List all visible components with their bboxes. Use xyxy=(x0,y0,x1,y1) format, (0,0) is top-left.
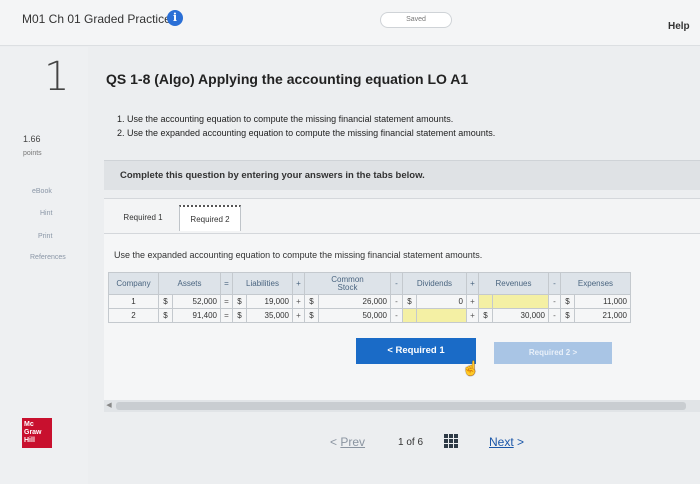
currency-sign: $ xyxy=(232,294,247,309)
points-label: points xyxy=(23,150,42,157)
cell-company: 2 xyxy=(108,308,159,323)
tab-panel: Use the expanded accounting equation to … xyxy=(104,234,700,406)
info-icon[interactable]: i xyxy=(167,10,183,26)
required-1-button[interactable]: < Required 1 xyxy=(356,338,476,364)
currency-sign: $ xyxy=(478,308,493,323)
cell-dividends: 0 xyxy=(416,294,467,309)
cell-assets: 52,000 xyxy=(172,294,221,309)
currency-sign: $ xyxy=(402,294,417,309)
revenues-input[interactable] xyxy=(492,294,549,309)
operator: = xyxy=(220,294,233,309)
currency-sign: $ xyxy=(232,308,247,323)
tab-required-2[interactable]: Required 2 xyxy=(179,205,241,231)
prev-label: Prev xyxy=(340,435,366,449)
saved-status: Saved xyxy=(380,12,452,28)
question-grid-icon[interactable] xyxy=(444,434,458,448)
col-dividends: Dividends xyxy=(402,272,467,295)
hand-cursor-icon: ☝ xyxy=(462,360,480,376)
cell-expenses: 21,000 xyxy=(574,308,631,323)
col-common-stock: Common Stock xyxy=(304,272,391,295)
horizontal-scrollbar[interactable]: ◀ xyxy=(104,400,700,412)
currency-sign: $ xyxy=(560,308,575,323)
references-link[interactable]: References xyxy=(30,254,66,261)
next-label: Next xyxy=(489,435,514,449)
print-link[interactable]: Print xyxy=(38,233,52,240)
question-title: QS 1-8 (Algo) Applying the accounting eq… xyxy=(106,71,469,87)
total-pages: 6 xyxy=(417,437,424,448)
instruction-2: 2. Use the expanded accounting equation … xyxy=(117,128,496,138)
panel-instruction: Use the expanded accounting equation to … xyxy=(114,250,483,260)
chevron-left-icon: < xyxy=(330,435,338,449)
revenues-currency-blank[interactable] xyxy=(478,294,493,309)
question-number: 1 xyxy=(44,54,70,100)
logo-line: Graw xyxy=(24,429,42,436)
page-counter: 1 of 6 xyxy=(398,437,423,448)
currency-sign: $ xyxy=(158,308,173,323)
next-button[interactable]: Next > xyxy=(489,435,524,449)
dividends-input[interactable] xyxy=(416,308,467,323)
operator: - xyxy=(548,294,561,309)
table-row: 2 $ 91,400 = $ 35,000 + $ 50,000 - + $ 3… xyxy=(108,308,631,323)
complete-question-banner: Complete this question by entering your … xyxy=(104,160,700,190)
dividends-currency-blank[interactable] xyxy=(402,308,417,323)
col-plus: + xyxy=(466,272,479,295)
ebook-link[interactable]: eBook xyxy=(32,188,52,195)
equation-table: Company Assets = Liabilities + Common St… xyxy=(108,272,631,323)
currency-sign: $ xyxy=(304,308,319,323)
current-page: 1 xyxy=(398,437,404,448)
points-value: 1.66 xyxy=(23,134,41,144)
of-label: of xyxy=(406,437,415,448)
col-minus: - xyxy=(390,272,403,295)
currency-sign: $ xyxy=(560,294,575,309)
cell-expenses: 11,000 xyxy=(574,294,631,309)
tab-required-1[interactable]: Required 1 xyxy=(112,205,174,231)
col-company: Company xyxy=(108,272,159,295)
scroll-left-icon[interactable]: ◀ xyxy=(104,400,114,412)
operator: + xyxy=(292,308,305,323)
cell-company: 1 xyxy=(108,294,159,309)
help-link[interactable]: Help xyxy=(668,21,690,32)
scroll-thumb[interactable] xyxy=(116,402,686,410)
cell-liabilities: 19,000 xyxy=(246,294,293,309)
cell-revenues: 30,000 xyxy=(492,308,549,323)
instruction-1: 1. Use the accounting equation to comput… xyxy=(117,114,454,124)
col-eq: = xyxy=(220,272,233,295)
required-2-button[interactable]: Required 2 > xyxy=(494,342,612,364)
logo-line: Mc xyxy=(24,421,34,428)
operator: - xyxy=(390,294,403,309)
chevron-right-icon: > xyxy=(517,435,525,449)
operator: = xyxy=(220,308,233,323)
operator: + xyxy=(292,294,305,309)
col-minus: - xyxy=(548,272,561,295)
complete-question-text: Complete this question by entering your … xyxy=(120,170,425,181)
cell-assets: 91,400 xyxy=(172,308,221,323)
table-row: 1 $ 52,000 = $ 19,000 + $ 26,000 - $ 0 +… xyxy=(108,294,631,309)
currency-sign: $ xyxy=(304,294,319,309)
col-plus: + xyxy=(292,272,305,295)
prev-button[interactable]: < Prev xyxy=(330,435,365,449)
col-expenses: Expenses xyxy=(560,272,631,295)
mcgraw-hill-logo: Mc Graw Hill xyxy=(22,418,52,448)
table-header-row: Company Assets = Liabilities + Common St… xyxy=(108,272,631,295)
col-common-stock-line2: Stock xyxy=(337,282,358,292)
cell-common-stock: 26,000 xyxy=(318,294,391,309)
operator: + xyxy=(466,308,479,323)
cell-common-stock: 50,000 xyxy=(318,308,391,323)
operator: - xyxy=(548,308,561,323)
hint-link[interactable]: Hint xyxy=(40,210,52,217)
col-assets: Assets xyxy=(158,272,221,295)
col-revenues: Revenues xyxy=(478,272,549,295)
currency-sign: $ xyxy=(158,294,173,309)
col-liabilities: Liabilities xyxy=(232,272,293,295)
cell-liabilities: 35,000 xyxy=(246,308,293,323)
operator: - xyxy=(390,308,403,323)
logo-line: Hill xyxy=(24,437,35,444)
tabs-bar: Required 1 Required 2 xyxy=(104,198,700,234)
assignment-title: M01 Ch 01 Graded Practice xyxy=(22,12,171,26)
operator: + xyxy=(466,294,479,309)
top-bar: M01 Ch 01 Graded Practice i Saved Help xyxy=(0,0,700,46)
